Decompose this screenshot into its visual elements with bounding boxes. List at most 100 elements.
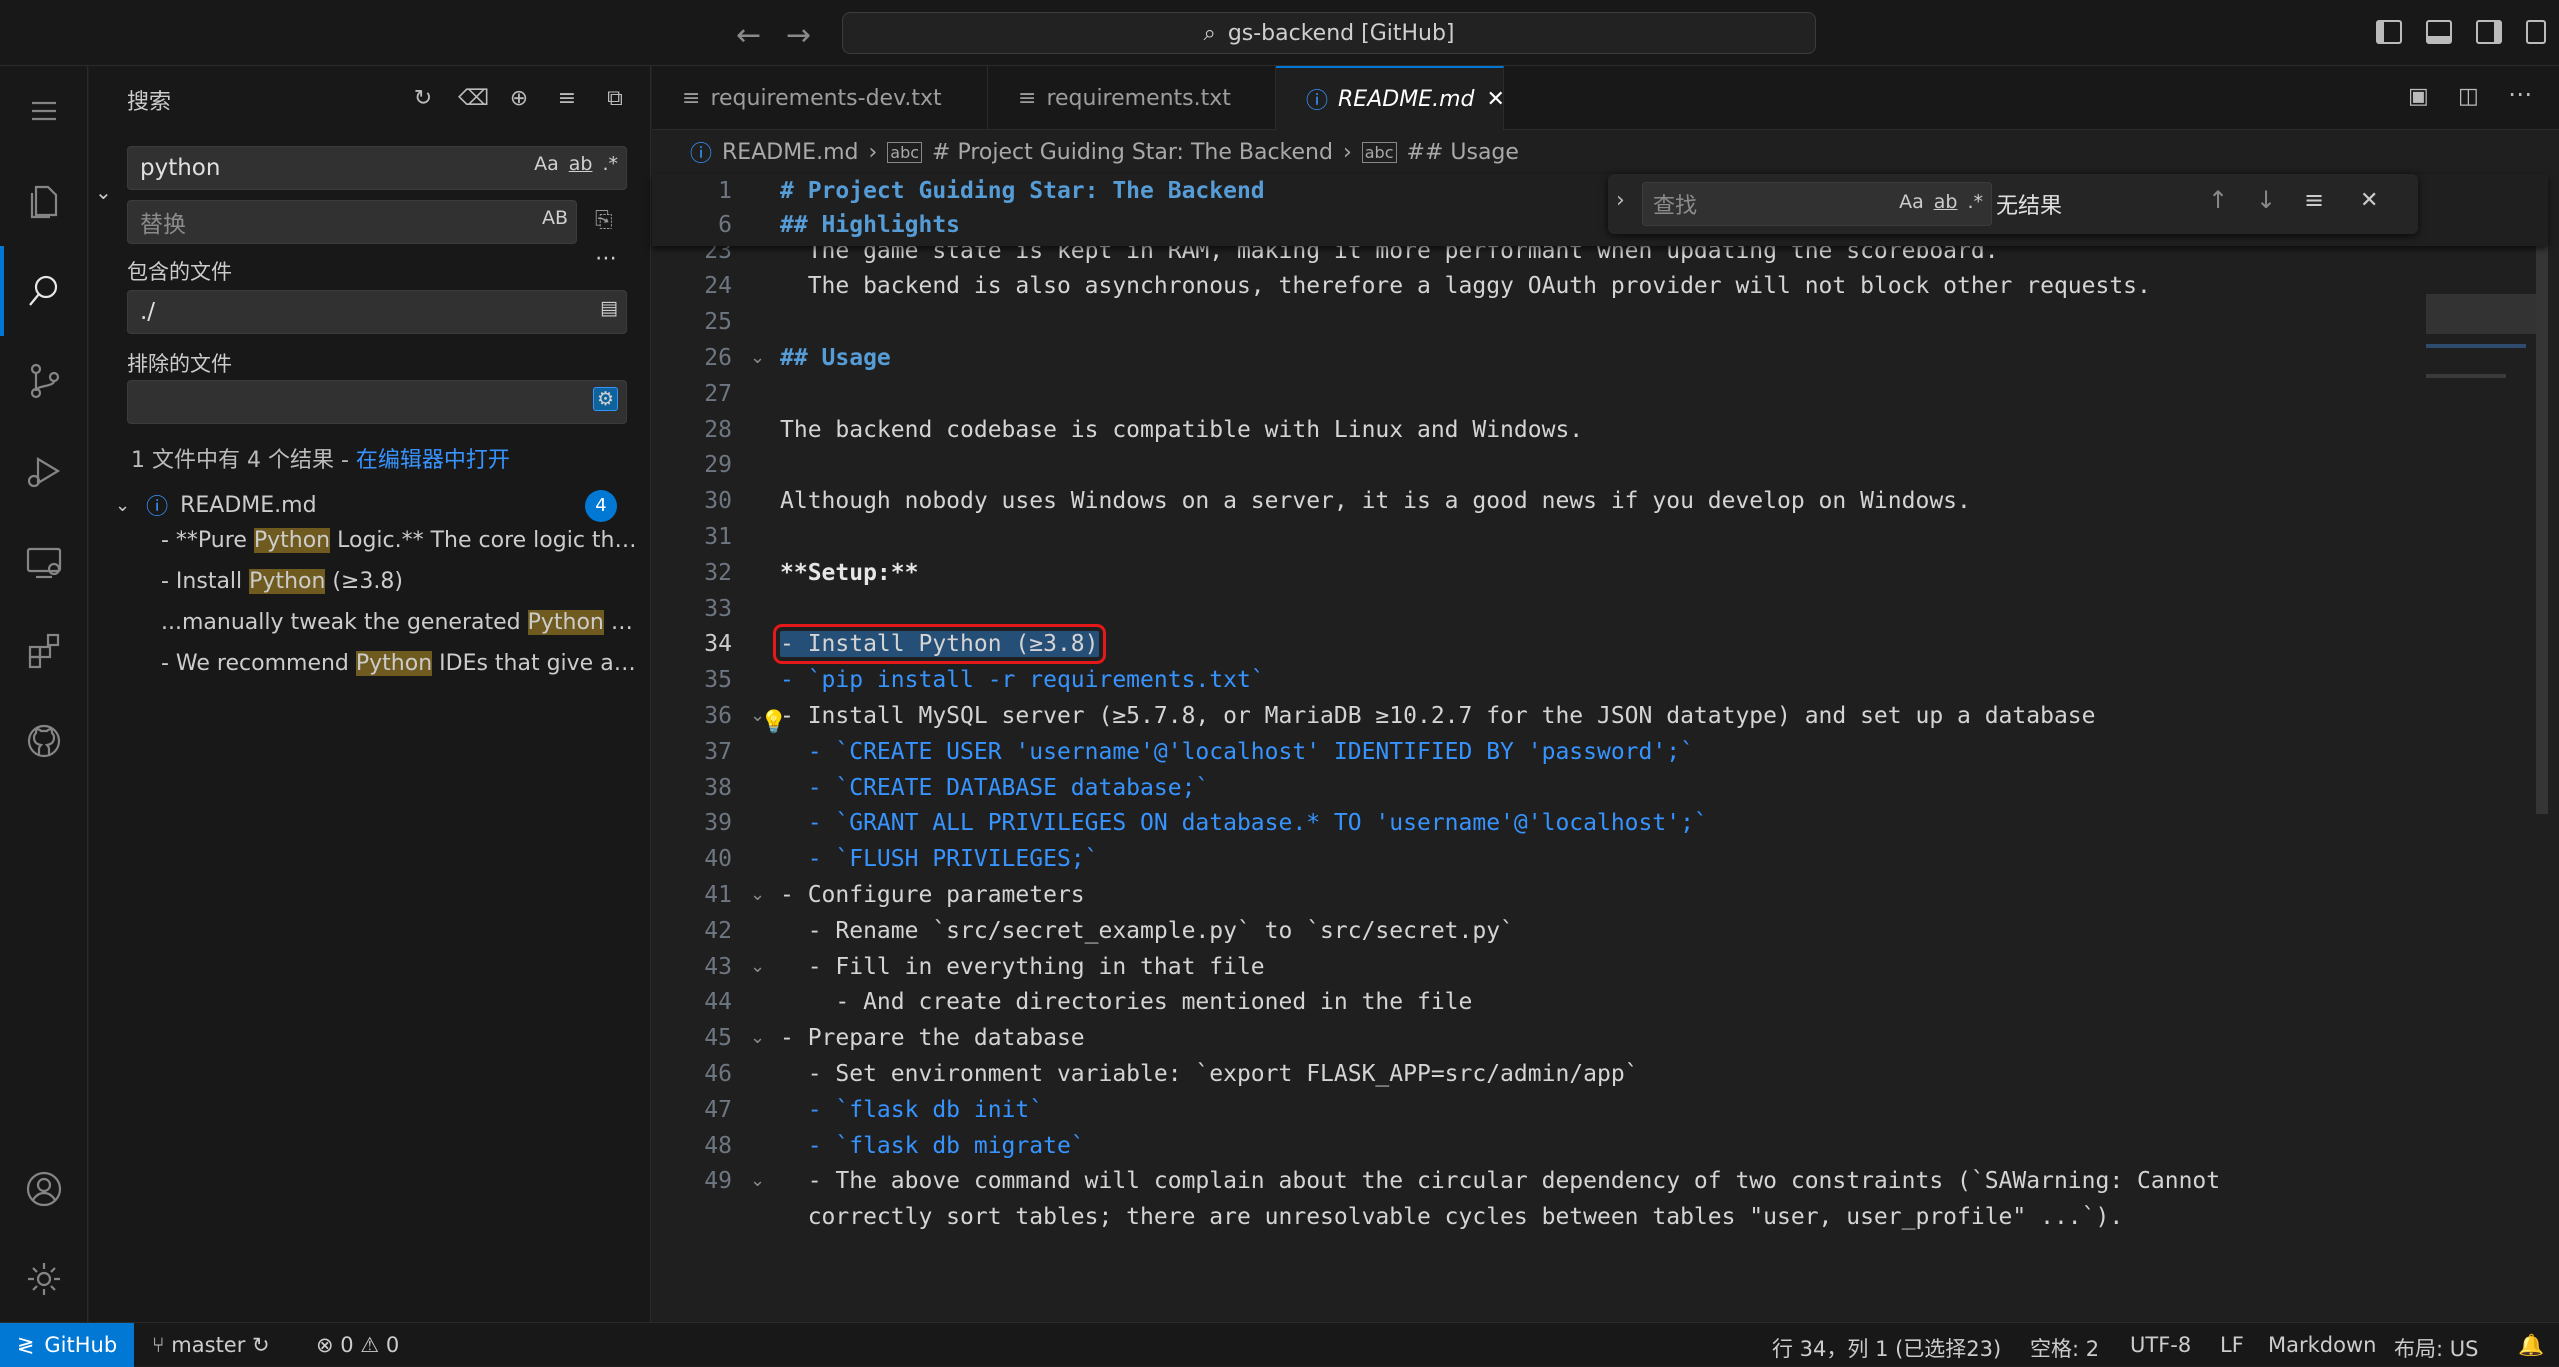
- list-item[interactable]: - **Pure Python Logic.** The core logic …: [161, 528, 641, 553]
- code-line[interactable]: - The above command will complain about …: [780, 1168, 2220, 1194]
- more-options-icon[interactable]: ⋯: [595, 246, 617, 271]
- code-line[interactable]: The backend codebase is compatible with …: [780, 417, 1583, 443]
- code-line[interactable]: **Setup:**: [780, 560, 918, 586]
- more-actions-icon[interactable]: ⋯: [2508, 80, 2532, 108]
- branch-status[interactable]: ⑂ master ↻: [152, 1333, 270, 1357]
- code-line[interactable]: - `CREATE USER 'username'@'localhost' ID…: [780, 739, 1694, 765]
- toggle-panel-icon[interactable]: [2426, 20, 2452, 44]
- code-line[interactable]: - Install MySQL server (≥5.7.8, or Maria…: [780, 703, 2095, 729]
- find-in-selection-icon[interactable]: ≡: [2304, 186, 2324, 214]
- match-whole-word-icon[interactable]: ab: [1934, 191, 1958, 213]
- match-case-icon[interactable]: Aa: [1899, 191, 1924, 213]
- remote-indicator[interactable]: ≷ GitHub: [0, 1323, 134, 1367]
- keyboard-layout[interactable]: 布局: US: [2394, 1333, 2478, 1363]
- tab-requirements-dev[interactable]: ≡ requirements-dev.txt: [652, 66, 988, 130]
- tab-requirements[interactable]: ≡ requirements.txt: [988, 66, 1276, 130]
- fold-chevron-icon[interactable]: ⌄: [750, 956, 765, 977]
- open-editors-only-icon[interactable]: ▤: [600, 297, 618, 319]
- include-files-input[interactable]: ./ ▤: [127, 290, 627, 334]
- replace-input[interactable]: 替换 AB: [127, 200, 577, 244]
- indentation-status[interactable]: 空格: 2: [2030, 1333, 2099, 1363]
- code-line[interactable]: - Prepare the database: [780, 1025, 1085, 1051]
- forward-arrow-icon[interactable]: →: [786, 18, 811, 53]
- use-regex-icon[interactable]: .*: [1967, 191, 1983, 213]
- code-line[interactable]: - Set environment variable: `export FLAS…: [780, 1061, 1639, 1087]
- close-icon[interactable]: ✕: [1486, 87, 1504, 112]
- find-input[interactable]: 查找 Aa ab .*: [1642, 182, 1992, 226]
- problems-status[interactable]: ⊗ 0 ⚠ 0: [316, 1333, 399, 1357]
- code-line[interactable]: Although nobody uses Windows on a server…: [780, 488, 1971, 514]
- code-line[interactable]: - `CREATE DATABASE database;`: [780, 775, 1210, 801]
- eol-status[interactable]: LF: [2220, 1333, 2244, 1357]
- result-file-row[interactable]: ⌄ ⓘ README.md 4: [115, 488, 635, 522]
- code-line[interactable]: - `flask db init`: [780, 1097, 1043, 1123]
- preserve-case-icon[interactable]: AB: [542, 207, 568, 229]
- explorer-icon[interactable]: [0, 156, 88, 246]
- list-item[interactable]: - We recommend Python IDEs that give acc…: [161, 651, 641, 676]
- menu-icon[interactable]: [0, 66, 88, 156]
- code-line[interactable]: - `pip install -r requirements.txt`: [780, 667, 1265, 693]
- code-line[interactable]: - Rename `src/secret_example.py` to `src…: [780, 918, 1514, 944]
- code-line[interactable]: - Configure parameters: [780, 882, 1085, 908]
- toggle-primary-sidebar-icon[interactable]: [2376, 20, 2402, 44]
- scrollbar[interactable]: [2536, 174, 2548, 814]
- code-line[interactable]: - `FLUSH PRIVILEGES;`: [780, 846, 1099, 872]
- view-as-tree-icon[interactable]: ≡: [554, 86, 580, 112]
- next-match-icon[interactable]: ↓: [2256, 186, 2276, 214]
- use-exclude-settings-icon[interactable]: ⚙: [592, 387, 618, 411]
- remote-explorer-icon[interactable]: [0, 516, 88, 606]
- breadcrumb-item[interactable]: # Project Guiding Star: The Backend: [932, 140, 1333, 165]
- language-mode[interactable]: Markdown: [2268, 1333, 2376, 1357]
- code-line[interactable]: - And create directories mentioned in th…: [780, 989, 1472, 1015]
- match-case-icon[interactable]: Aa: [534, 153, 559, 175]
- clear-results-icon[interactable]: ⌫: [458, 86, 489, 112]
- customize-layout-icon[interactable]: [2526, 20, 2546, 44]
- notifications-bell-icon[interactable]: 🔔: [2518, 1333, 2544, 1358]
- command-center[interactable]: ⌕ gs-backend [GitHub]: [842, 12, 1816, 54]
- run-debug-icon[interactable]: [0, 426, 88, 516]
- chevron-right-icon[interactable]: ›: [1616, 188, 1625, 213]
- search-icon[interactable]: [0, 246, 88, 336]
- fold-chevron-icon[interactable]: ⌄: [750, 347, 765, 368]
- split-editor-icon[interactable]: ◫: [2458, 84, 2479, 109]
- toggle-secondary-sidebar-icon[interactable]: [2476, 20, 2502, 44]
- code-line[interactable]: - Fill in everything in that file: [780, 954, 1265, 980]
- back-arrow-icon[interactable]: ←: [736, 18, 761, 53]
- exclude-files-input[interactable]: ⚙: [127, 380, 627, 424]
- fold-chevron-icon[interactable]: ⌄: [750, 1170, 765, 1191]
- replace-all-icon[interactable]: ⎘: [595, 208, 613, 233]
- code-line[interactable]: ## Highlights: [780, 212, 960, 238]
- refresh-icon[interactable]: ↻: [410, 86, 436, 112]
- toggle-replace-chevron-icon[interactable]: ⌄: [95, 180, 112, 204]
- encoding-status[interactable]: UTF-8: [2130, 1333, 2191, 1357]
- breadcrumb-item[interactable]: ## Usage: [1407, 140, 1519, 165]
- new-search-editor-icon[interactable]: ⊕: [506, 86, 532, 112]
- lightbulb-icon[interactable]: 💡: [760, 710, 787, 735]
- collapse-all-icon[interactable]: ⧉: [602, 86, 628, 112]
- github-icon[interactable]: [0, 696, 88, 786]
- list-item[interactable]: - Install Python (≥3.8): [161, 569, 641, 594]
- code-line[interactable]: - `flask db migrate`: [780, 1133, 1085, 1159]
- selected-code-line[interactable]: - Install Python (≥3.8): [773, 624, 1106, 665]
- minimap[interactable]: [2420, 174, 2550, 1322]
- extensions-icon[interactable]: [0, 606, 88, 696]
- source-control-icon[interactable]: [0, 336, 88, 426]
- search-input[interactable]: python Aa ab .*: [127, 146, 627, 190]
- tab-readme[interactable]: ⓘ README.md ✕: [1276, 66, 1505, 130]
- list-item[interactable]: ...manually tweak the generated Python f…: [161, 610, 641, 635]
- breadcrumb-item[interactable]: README.md: [722, 140, 858, 165]
- settings-gear-icon[interactable]: [0, 1234, 88, 1324]
- close-icon[interactable]: ✕: [2360, 188, 2378, 213]
- code-line[interactable]: # Project Guiding Star: The Backend: [780, 178, 1265, 204]
- account-icon[interactable]: [0, 1144, 88, 1234]
- code-line[interactable]: ## Usage: [780, 345, 891, 371]
- fold-chevron-icon[interactable]: ⌄: [750, 884, 765, 905]
- fold-chevron-icon[interactable]: ⌄: [750, 1027, 765, 1048]
- match-whole-word-icon[interactable]: ab: [569, 153, 593, 175]
- code-line[interactable]: correctly sort tables; there are unresol…: [780, 1204, 2124, 1230]
- code-editor[interactable]: database22 (so that the state can be res…: [652, 174, 2422, 1322]
- open-in-editor-link[interactable]: 在编辑器中打开: [356, 448, 510, 473]
- code-line[interactable]: - `GRANT ALL PRIVILEGES ON database.* TO…: [780, 810, 1708, 836]
- cursor-position[interactable]: 行 34，列 1 (已选择23): [1772, 1333, 2001, 1363]
- previous-match-icon[interactable]: ↑: [2208, 186, 2228, 214]
